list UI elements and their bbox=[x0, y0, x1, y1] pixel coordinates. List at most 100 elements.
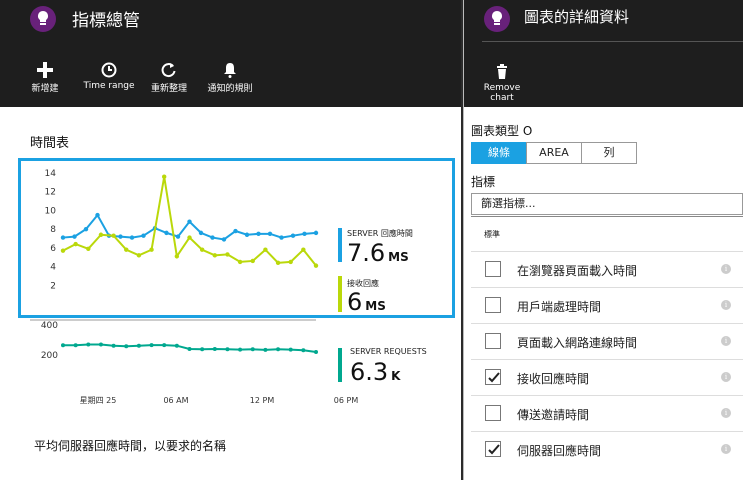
data-point bbox=[288, 347, 293, 352]
header-divider bbox=[482, 41, 743, 42]
metric-row[interactable]: 用戶端處理時間 i bbox=[471, 287, 743, 323]
blade-header: 圖表的詳細資料 Remove chart bbox=[464, 0, 743, 107]
checkmark-icon bbox=[488, 444, 500, 455]
info-icon[interactable]: i bbox=[721, 300, 731, 310]
filter-metrics-input[interactable]: 篩選指標... bbox=[471, 193, 743, 215]
data-point bbox=[86, 342, 91, 347]
legend-swatch-server-response bbox=[338, 228, 342, 262]
metrics-divider bbox=[471, 216, 743, 217]
remove-chart-label: Remove chart bbox=[483, 83, 521, 103]
y-tick-label: 400 bbox=[41, 321, 58, 331]
x-tick-label: 06 PM bbox=[334, 396, 359, 405]
alert-rules-label: 通知的規則 bbox=[207, 84, 253, 94]
legend-name-server-response: SERVER 回應時間 bbox=[347, 229, 413, 238]
data-point bbox=[276, 347, 281, 352]
metric-row[interactable]: 頁面載入網路連線時間 i bbox=[471, 323, 743, 359]
metric-name: 在瀏覽器頁面載入時間 bbox=[517, 264, 638, 278]
chart-type-bar[interactable]: 列 bbox=[581, 142, 637, 164]
metric-row[interactable]: 在瀏覽器頁面載入時間 i bbox=[471, 251, 743, 287]
x-tick-label: 星期四 25 bbox=[80, 396, 117, 405]
metric-name: 傳送邀請時間 bbox=[517, 408, 590, 422]
refresh-button[interactable]: 重新整理 bbox=[146, 62, 192, 94]
chart-caption: 平均伺服器回應時間，以要求的名稱 bbox=[34, 439, 227, 453]
data-point bbox=[111, 343, 116, 348]
metric-checkbox[interactable] bbox=[485, 297, 501, 313]
legend-value-server-response: 7.6 MS bbox=[347, 239, 409, 267]
metric-checkbox[interactable] bbox=[485, 441, 501, 457]
legend-swatch-server-requests bbox=[338, 348, 342, 382]
metrics-explorer-blade: 指標總管 新增建 Time range 重新整理 通知的規則 時間表 14 12 1… bbox=[0, 0, 461, 480]
data-point bbox=[136, 343, 141, 348]
data-point bbox=[61, 343, 65, 348]
metric-checkbox[interactable] bbox=[485, 405, 501, 421]
metric-name: 用戶端處理時間 bbox=[517, 300, 602, 314]
blade-header: 指標總管 新增建 Time range 重新整理 通知的規則 bbox=[0, 0, 461, 107]
metric-name: 伺服器回應時間 bbox=[517, 444, 602, 458]
data-point bbox=[187, 347, 192, 351]
remove-chart-button[interactable]: Remove chart bbox=[480, 64, 524, 103]
legend-number: 7.6 bbox=[347, 239, 386, 267]
plus-icon bbox=[37, 62, 53, 78]
section-label: 時間表 bbox=[30, 136, 70, 151]
metric-row[interactable]: 伺服器回應時間 i bbox=[471, 431, 743, 467]
legend-unit: MS bbox=[365, 299, 386, 313]
add-button-label: 新增建 bbox=[31, 84, 59, 94]
chart-type-line[interactable]: 線條 bbox=[471, 142, 527, 164]
chart-type-area[interactable]: AREA bbox=[526, 142, 582, 164]
chart-type-label: 圖表類型 O bbox=[471, 124, 533, 138]
data-point bbox=[124, 344, 129, 349]
data-point bbox=[162, 343, 167, 348]
refresh-label: 重新整理 bbox=[150, 84, 187, 94]
add-button[interactable]: 新增建 bbox=[24, 62, 66, 94]
time-range-button[interactable]: Time range bbox=[80, 62, 138, 91]
data-point bbox=[73, 343, 78, 348]
blade-title: 指標總管 bbox=[72, 11, 140, 31]
legend-value-server-requests: 6.3 K bbox=[350, 358, 400, 386]
app-insights-icon bbox=[484, 6, 510, 32]
legend-value-receive-response: 6 MS bbox=[347, 288, 386, 316]
x-tick-label: 06 AM bbox=[163, 396, 188, 405]
metric-checkbox[interactable] bbox=[485, 369, 501, 385]
data-point bbox=[301, 348, 306, 353]
info-icon[interactable]: i bbox=[721, 444, 731, 454]
metric-checkbox[interactable] bbox=[485, 333, 501, 349]
data-point bbox=[200, 347, 205, 352]
data-point bbox=[212, 347, 217, 351]
legend-swatch-receive-response bbox=[338, 276, 342, 312]
data-point bbox=[238, 347, 243, 352]
data-point bbox=[314, 350, 318, 354]
data-point bbox=[98, 342, 103, 347]
legend-unit: K bbox=[391, 369, 401, 383]
data-point bbox=[250, 347, 255, 352]
metric-name: 接收回應時間 bbox=[517, 372, 590, 386]
legend-number: 6 bbox=[347, 288, 363, 316]
data-point bbox=[263, 347, 268, 352]
metric-row[interactable]: 接收回應時間 i bbox=[471, 359, 743, 395]
alert-rules-button[interactable]: 通知的規則 bbox=[204, 62, 256, 94]
y-tick-label: 200 bbox=[41, 351, 58, 361]
legend-number: 6.3 bbox=[350, 358, 389, 386]
legend-unit: MS bbox=[388, 250, 409, 264]
data-point bbox=[149, 343, 154, 348]
bell-icon bbox=[224, 63, 236, 78]
legend-name-server-requests: SERVER REQUESTS bbox=[350, 347, 427, 356]
checkmark-icon bbox=[488, 372, 500, 383]
metric-row[interactable]: 傳送邀請時間 i bbox=[471, 395, 743, 431]
time-range-label: Time range bbox=[83, 81, 135, 91]
clock-icon bbox=[101, 62, 117, 78]
info-icon[interactable]: i bbox=[721, 408, 731, 418]
info-icon[interactable]: i bbox=[721, 336, 731, 346]
metric-name: 頁面載入網路連線時間 bbox=[517, 336, 638, 350]
trash-icon bbox=[497, 64, 507, 79]
series-line bbox=[63, 343, 317, 353]
metric-checkbox[interactable] bbox=[485, 261, 501, 277]
info-icon[interactable]: i bbox=[721, 372, 731, 382]
refresh-icon bbox=[161, 63, 176, 78]
metrics-group-label: 標準 bbox=[484, 230, 500, 239]
blade-title: 圖表的詳細資料 bbox=[524, 8, 630, 26]
data-point bbox=[174, 343, 179, 348]
app-insights-icon bbox=[30, 6, 56, 32]
metrics-label: 指標 bbox=[471, 175, 496, 189]
x-tick-label: 12 PM bbox=[250, 396, 275, 405]
info-icon[interactable]: i bbox=[721, 264, 731, 274]
